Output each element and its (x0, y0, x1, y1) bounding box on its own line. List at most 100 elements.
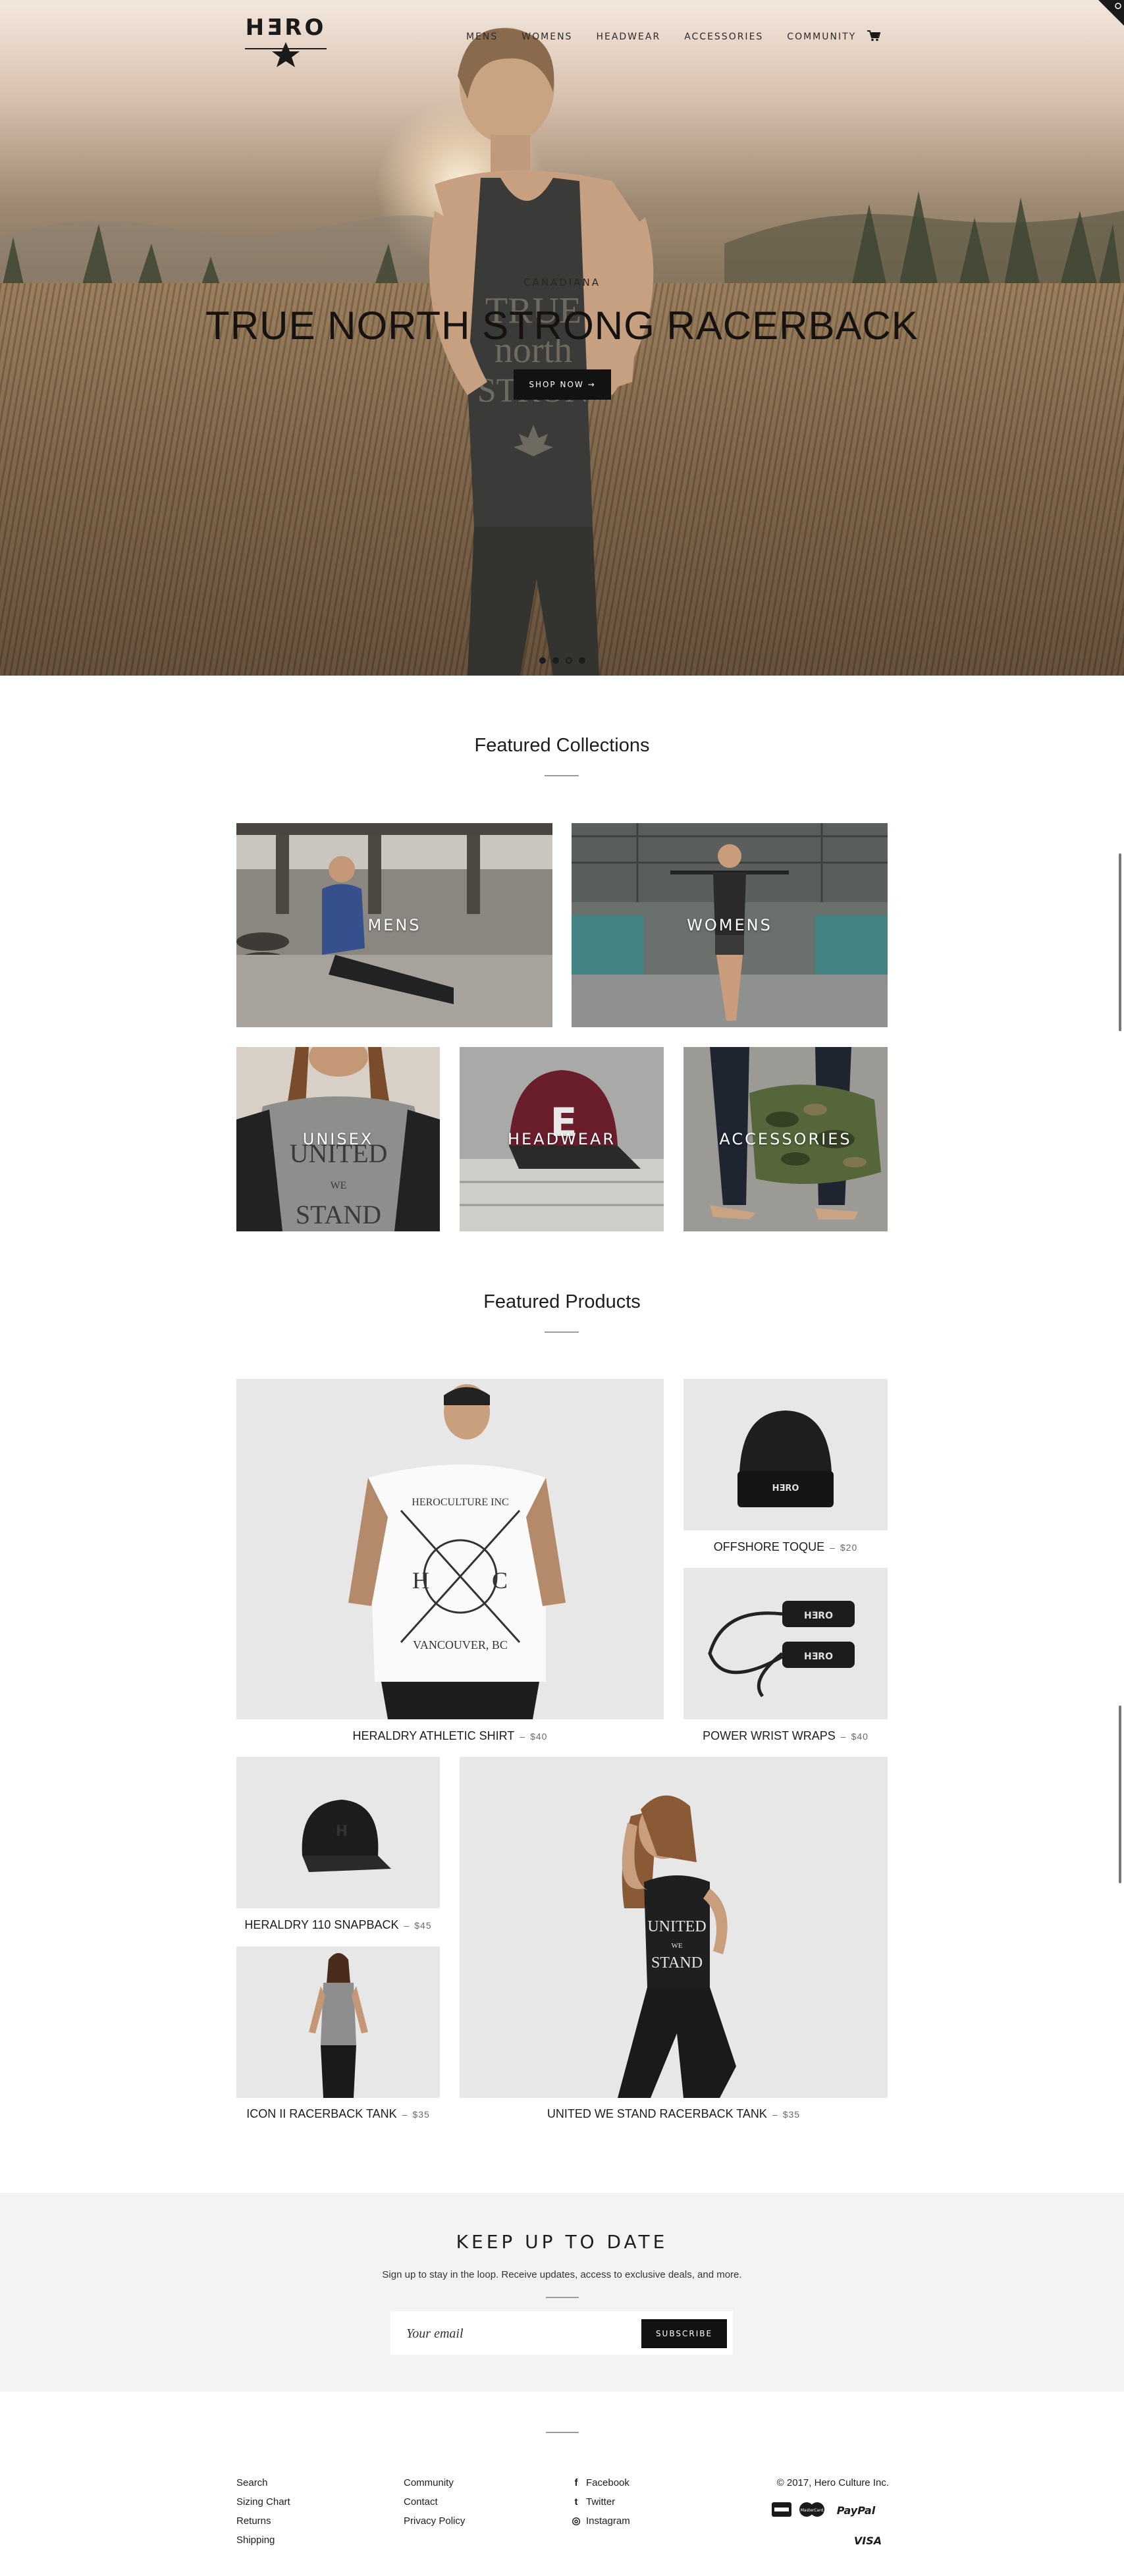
footer-social-links: f Facebook t Twitter ◎ Instagram (570, 2473, 630, 2531)
product-price: $40 (530, 1731, 548, 1742)
price-separator: – (772, 2109, 778, 2120)
settings-corner-icon[interactable] (1098, 0, 1124, 26)
slide-dot-3[interactable] (566, 657, 572, 664)
product-caption-offshore-toque[interactable]: OFFSHORE TOQUE – $20 (683, 1540, 888, 1554)
collection-tile-accessories[interactable]: ACCESSORIES (683, 1047, 888, 1231)
product-image-offshore-toque[interactable]: HƎRO (683, 1379, 888, 1530)
newsletter-form: SUBSCRIBE (390, 2311, 733, 2355)
nav-community[interactable]: COMMUNITY (787, 32, 856, 42)
svg-text:STAND: STAND (651, 1954, 703, 1972)
slide-dot-4[interactable] (579, 657, 585, 664)
amex-icon (772, 2502, 791, 2517)
svg-text:UNITED: UNITED (647, 1918, 706, 1935)
visa-icon: VISA (854, 2535, 882, 2547)
footer-column-2: Community Contact Privacy Policy (404, 2473, 465, 2531)
facebook-icon: f (574, 2477, 578, 2488)
copyright-text: © 2017, Hero Culture Inc. (776, 2477, 889, 2488)
product-caption-icon-ii-racerback-tank[interactable]: ICON II RACERBACK TANK – $35 (236, 2107, 440, 2121)
product-name: POWER WRIST WRAPS (703, 1729, 836, 1742)
newsletter-section: KEEP UP TO DATE Sign up to stay in the l… (0, 2193, 1124, 2392)
slide-dot-1[interactable] (539, 657, 546, 664)
main-nav: MENS WOMENS HEADWEAR ACCESSORIES COMMUNI… (466, 32, 880, 42)
shop-now-button[interactable]: SHOP NOW → (514, 369, 611, 400)
svg-text:WE: WE (671, 1942, 682, 1950)
nav-womens[interactable]: WOMENS (522, 32, 572, 42)
svg-text:HƎRO: HƎRO (804, 1611, 833, 1621)
product-price: $45 (414, 1920, 432, 1931)
svg-text:HƎRO: HƎRO (772, 1484, 799, 1493)
hero-kicker: CANADIANA (523, 277, 601, 288)
cart-icon[interactable] (867, 30, 880, 41)
collection-label-womens: WOMENS (687, 916, 772, 934)
paypal-icon: PayPal (837, 2504, 876, 2517)
collection-tile-headwear[interactable]: E HEADWEAR (460, 1047, 664, 1231)
nav-mens[interactable]: MENS (466, 32, 498, 42)
slider-dots (539, 657, 585, 664)
footer-link-facebook[interactable]: f Facebook (570, 2473, 630, 2492)
section-divider (545, 1331, 579, 1333)
nav-accessories[interactable]: ACCESSORIES (684, 32, 763, 42)
product-caption-united-we-stand-racerback-tank[interactable]: UNITED WE STAND RACERBACK TANK – $35 (460, 2107, 888, 2121)
product-image-icon-ii-racerback-tank[interactable] (236, 1946, 440, 2098)
hero-title: TRUE NORTH STRONG RACERBACK (205, 304, 919, 348)
product-photo: HƎRO HƎRO (683, 1568, 888, 1719)
subscribe-button[interactable]: SUBSCRIBE (641, 2319, 727, 2348)
price-separator: – (840, 1731, 846, 1742)
svg-text:C: C (492, 1567, 508, 1594)
footer-link-twitter[interactable]: t Twitter (570, 2492, 630, 2511)
footer-link-contact[interactable]: Contact (404, 2492, 465, 2511)
product-caption-power-wrist-wraps[interactable]: POWER WRIST WRAPS – $40 (683, 1729, 888, 1743)
product-price: $40 (851, 1731, 869, 1742)
collection-label-unisex: UNISEX (302, 1130, 374, 1148)
product-image-heraldry-athletic-shirt[interactable]: HEROCULTURE INC H C VANCOUVER, BC (236, 1379, 664, 1719)
product-photo: HEROCULTURE INC H C VANCOUVER, BC (236, 1379, 664, 1719)
footer-link-returns[interactable]: Returns (236, 2511, 290, 2531)
collection-tile-unisex[interactable]: UNITED WE STAND UNISEX (236, 1047, 440, 1231)
payment-icons: MasterCard PayPal VISA (772, 2502, 882, 2547)
scrollbar-segment[interactable] (1119, 1705, 1121, 1883)
collection-tile-mens[interactable]: MENS (236, 823, 552, 1027)
footer-link-shipping[interactable]: Shipping (236, 2531, 290, 2550)
price-separator: – (404, 1920, 410, 1931)
email-field[interactable] (405, 2323, 625, 2344)
svg-text:H: H (412, 1567, 429, 1594)
featured-products-title: Featured Products (483, 1291, 641, 1312)
svg-text:VANCOUVER, BC: VANCOUVER, BC (413, 1638, 508, 1651)
footer-link-search[interactable]: Search (236, 2473, 290, 2492)
footer-link-sizing-chart[interactable]: Sizing Chart (236, 2492, 290, 2511)
price-separator: – (830, 1542, 835, 1553)
svg-text:HEROCULTURE INC: HEROCULTURE INC (412, 1497, 508, 1508)
product-caption-heraldry-athletic-shirt[interactable]: HERALDRY ATHLETIC SHIRT – $40 (236, 1729, 664, 1743)
hero-logo[interactable]: HƎRO (244, 14, 328, 67)
svg-text:MasterCard: MasterCard (801, 2508, 824, 2513)
social-label: Twitter (586, 2496, 616, 2508)
collection-tile-womens[interactable]: WOMENS (572, 823, 888, 1027)
product-photo: UNITED WE STAND (460, 1757, 888, 2098)
product-image-heraldry-110-snapback[interactable]: H (236, 1757, 440, 1908)
newsletter-title: KEEP UP TO DATE (456, 2231, 668, 2253)
hero-banner: TRUE north STRON HƎRO MENS WOMENS HEADWE… (0, 0, 1124, 676)
product-name: HERALDRY ATHLETIC SHIRT (352, 1729, 515, 1742)
featured-collections-title: Featured Collections (474, 735, 650, 756)
section-divider (545, 775, 579, 776)
scrollbar-segment[interactable] (1119, 853, 1121, 1031)
product-image-united-we-stand-racerback-tank[interactable]: UNITED WE STAND (460, 1757, 888, 2098)
price-separator: – (402, 2109, 408, 2120)
collection-label-accessories: ACCESSORIES (719, 1130, 852, 1148)
mastercard-icon: MasterCard (799, 2502, 824, 2517)
footer-divider (546, 2432, 579, 2433)
slide-dot-2[interactable] (552, 657, 559, 664)
social-label: Facebook (586, 2477, 629, 2488)
product-name: ICON II RACERBACK TANK (246, 2107, 397, 2120)
nav-headwear[interactable]: HEADWEAR (596, 32, 660, 42)
product-image-power-wrist-wraps[interactable]: HƎRO HƎRO (683, 1568, 888, 1719)
footer-link-privacy-policy[interactable]: Privacy Policy (404, 2511, 465, 2531)
collection-label-mens: MENS (367, 916, 421, 934)
price-separator: – (520, 1731, 525, 1742)
logo-star-icon (245, 42, 327, 67)
product-price: $20 (840, 1542, 858, 1553)
footer-link-instagram[interactable]: ◎ Instagram (570, 2511, 629, 2531)
product-caption-heraldry-110-snapback[interactable]: HERALDRY 110 SNAPBACK – $45 (236, 1918, 440, 1932)
footer-link-community[interactable]: Community (404, 2473, 465, 2492)
newsletter-subtitle: Sign up to stay in the loop. Receive upd… (382, 2269, 742, 2280)
